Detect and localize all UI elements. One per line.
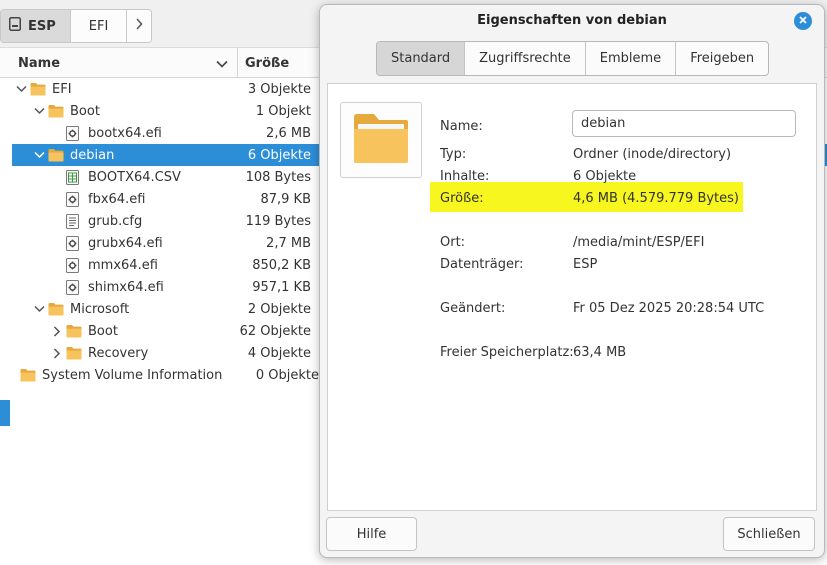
- dialog-title: Eigenschaften von debian: [477, 13, 667, 28]
- folder-icon: [66, 342, 84, 364]
- folder-icon: [20, 364, 38, 386]
- column-size-header[interactable]: Größe: [245, 56, 289, 71]
- breadcrumb-label: EFI: [88, 18, 109, 34]
- folder-icon: [352, 111, 410, 169]
- free-space-value: 63,4 MB: [573, 345, 627, 360]
- tree-item-size: 850,2 KB: [252, 257, 311, 273]
- tree-item-name: bootx64.efi: [88, 125, 162, 141]
- executable-file-icon: [66, 232, 84, 254]
- tab-freigeben[interactable]: Freigeben: [676, 42, 768, 75]
- folder-icon: [48, 100, 66, 122]
- type-label: Typ:: [440, 147, 467, 162]
- tree-item-name: Microsoft: [70, 301, 130, 317]
- free-space-label: Freier Speicherplatz:: [440, 345, 574, 360]
- tree-item-size: 62 Objekte: [239, 323, 311, 339]
- modified-label: Geändert:: [440, 301, 506, 316]
- contents-value: 6 Objekte: [573, 169, 637, 184]
- spreadsheet-file-icon: [66, 166, 84, 188]
- tree-item-size: 3 Objekte: [247, 81, 311, 97]
- tree-item-name: shimx64.efi: [88, 279, 164, 295]
- tab-zugriffsrechte[interactable]: Zugriffsrechte: [465, 42, 586, 75]
- properties-panel: Name: Typ: Ordner (inode/directory) Inha…: [327, 83, 817, 511]
- executable-file-icon: [66, 276, 84, 298]
- folder-icon-button[interactable]: [340, 102, 422, 178]
- breadcrumb-label: ESP: [28, 18, 56, 34]
- tree-item-size: 0 Objekte: [255, 367, 319, 383]
- executable-file-icon: [66, 122, 84, 144]
- tree-item-name: grub.cfg: [88, 213, 143, 229]
- tree-item-size: 1 Objekt: [255, 103, 311, 119]
- tree-item-size: 4 Objekte: [247, 345, 311, 361]
- tree-item-size: 108 Bytes: [245, 169, 311, 185]
- tree-item-size: 2,6 MB: [266, 125, 311, 141]
- volume-label: Datenträger:: [440, 257, 524, 272]
- breadcrumb-efi[interactable]: EFI: [70, 10, 128, 42]
- column-name-header[interactable]: Name: [18, 56, 60, 71]
- chevron-down-icon[interactable]: [30, 144, 48, 166]
- tree-item-name: grubx64.efi: [88, 235, 163, 251]
- tree-item-name: Boot: [70, 103, 100, 119]
- tree-item-name: mmx64.efi: [88, 257, 158, 273]
- breadcrumb: ESP EFI: [0, 9, 153, 43]
- executable-file-icon: [66, 188, 84, 210]
- tab-standard[interactable]: Standard: [377, 42, 466, 75]
- help-button[interactable]: Hilfe: [326, 517, 417, 551]
- folder-icon: [66, 320, 84, 342]
- tree-item-size: 2 Objekte: [247, 301, 311, 317]
- properties-dialog: Eigenschaften von debian Standard Zugrif…: [319, 4, 825, 558]
- executable-file-icon: [66, 254, 84, 276]
- name-input[interactable]: [572, 110, 796, 137]
- folder-icon: [30, 78, 48, 100]
- tree-item-size: 957,1 KB: [252, 279, 311, 295]
- drive-icon: [9, 17, 21, 35]
- location-label: Ort:: [440, 235, 466, 250]
- close-icon: [798, 14, 808, 29]
- close-button[interactable]: [794, 12, 812, 30]
- type-value: Ordner (inode/directory): [573, 147, 732, 162]
- tree-item-name: EFI: [52, 81, 72, 97]
- chevron-right-icon[interactable]: [48, 320, 66, 342]
- tab-bar: Standard Zugriffsrechte Embleme Freigebe…: [376, 41, 770, 76]
- chevron-down-icon[interactable]: [30, 298, 48, 320]
- contents-label: Inhalte:: [440, 169, 490, 184]
- tree-item-name: debian: [70, 147, 115, 163]
- volume-value: ESP: [573, 257, 598, 272]
- size-label: Größe:: [440, 191, 484, 206]
- tree-item-name: System Volume Information: [42, 367, 223, 383]
- tree-item-size: 2,7 MB: [266, 235, 311, 251]
- chevron-right-icon: [135, 18, 143, 34]
- chevron-down-icon[interactable]: [216, 57, 228, 72]
- chevron-down-icon[interactable]: [12, 78, 30, 100]
- tree-item-size: 87,9 KB: [260, 191, 311, 207]
- name-label: Name:: [440, 119, 483, 134]
- text-file-icon: [66, 210, 84, 232]
- breadcrumb-forward-button[interactable]: [127, 10, 152, 42]
- breadcrumb-esp[interactable]: ESP: [1, 10, 71, 42]
- folder-icon: [48, 144, 66, 166]
- tree-item-name: Recovery: [88, 345, 149, 361]
- chevron-down-icon[interactable]: [30, 100, 48, 122]
- tree-item-size: 119 Bytes: [245, 213, 311, 229]
- modified-value: Fr 05 Dez 2025 20:28:54 UTC: [573, 301, 765, 316]
- size-value: 4,6 MB (4.579.779 Bytes): [573, 191, 739, 206]
- chevron-right-icon[interactable]: [48, 342, 66, 364]
- tree-item-name: fbx64.efi: [88, 191, 146, 207]
- tree-item-name: BOOTX64.CSV: [88, 169, 181, 185]
- folder-icon: [48, 298, 66, 320]
- tree-item-size: 6 Objekte: [247, 147, 311, 163]
- tab-embleme[interactable]: Embleme: [586, 42, 677, 75]
- location-value: /media/mint/ESP/EFI: [573, 235, 705, 250]
- close-dialog-button[interactable]: Schließen: [723, 517, 815, 551]
- column-divider[interactable]: [237, 48, 238, 78]
- tree-item-name: Boot: [88, 323, 118, 339]
- sidebar-selection-marker: [0, 400, 10, 426]
